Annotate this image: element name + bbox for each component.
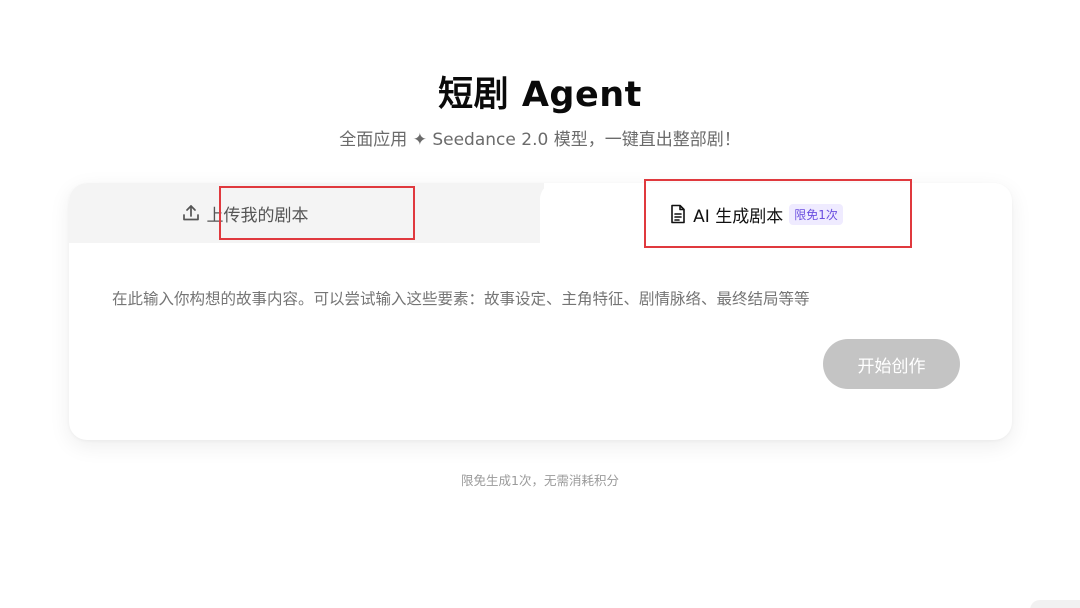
script-card: 上传我的剧本 AI 生成剧本 限免1次 开始创作: [69, 183, 1012, 440]
page-title: 短剧 Agent: [438, 75, 642, 115]
page: 短剧 Agent 全面应用 ✦ Seedance 2.0 模型，一键直出整部剧！…: [0, 0, 1080, 608]
free-trial-badge: 限免1次: [789, 203, 843, 225]
page-subtitle: 全面应用 ✦ Seedance 2.0 模型，一键直出整部剧！: [339, 130, 741, 150]
upload-icon: [181, 203, 201, 223]
tab-ai-label: AI 生成剧本: [693, 206, 784, 227]
free-quota-note: 限免生成1次，无需消耗积分: [461, 473, 619, 488]
story-input[interactable]: [112, 291, 962, 309]
tab-upload-script[interactable]: 上传我的剧本: [69, 183, 544, 243]
tab-ai-generate[interactable]: AI 生成剧本 限免1次: [540, 183, 1012, 245]
tab-upload-label: 上传我的剧本: [206, 205, 309, 226]
document-icon: [669, 204, 687, 224]
start-create-button[interactable]: 开始创作: [823, 339, 960, 389]
corner-widget: [1030, 600, 1080, 608]
